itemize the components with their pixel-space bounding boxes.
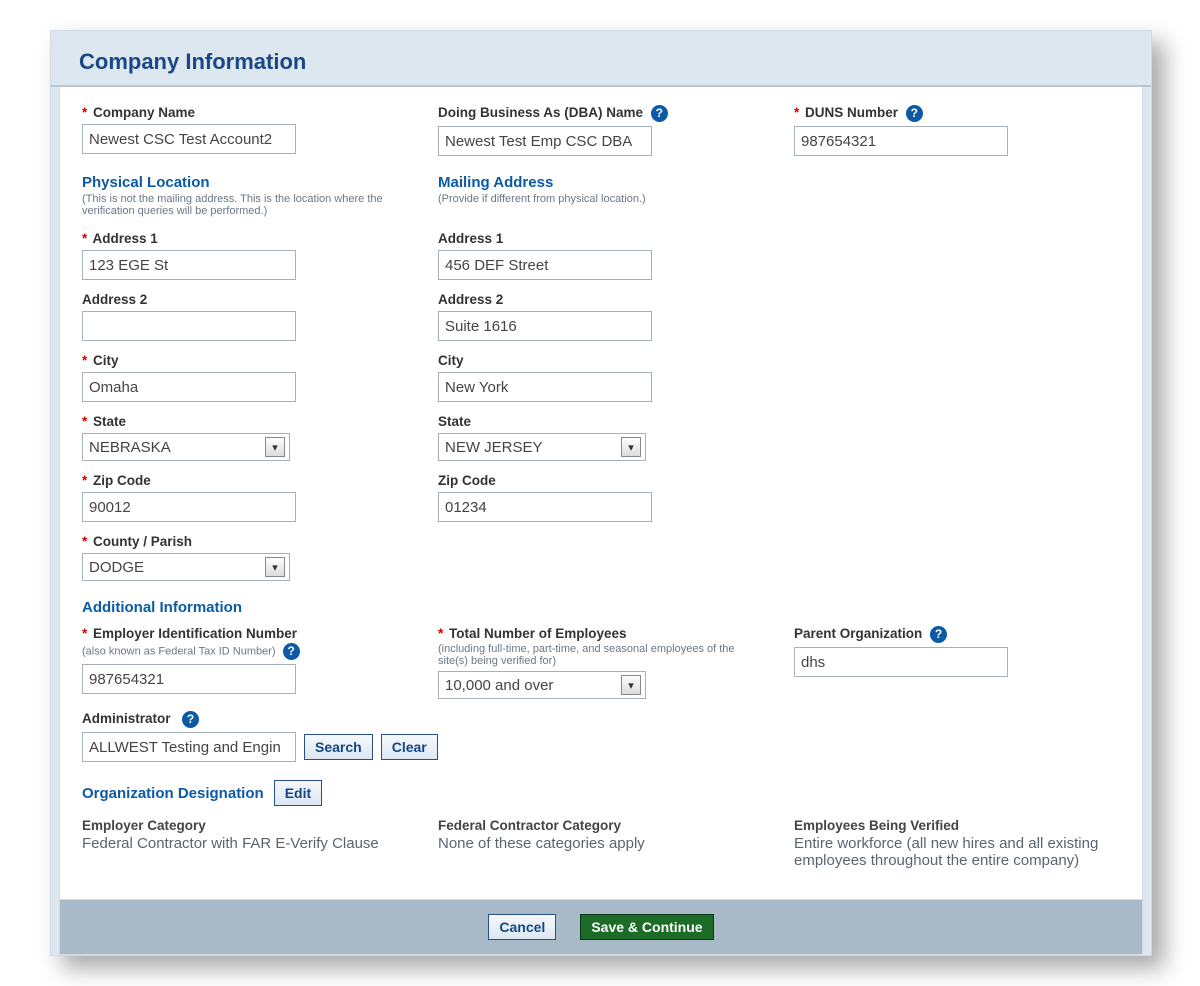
phys-county-label: * County / Parish bbox=[82, 534, 408, 549]
chevron-down-icon: ▾ bbox=[621, 675, 641, 695]
form-panel: * Company Name Doing Business As (DBA) N… bbox=[59, 87, 1143, 900]
mail-address1-label: Address 1 bbox=[438, 231, 764, 246]
ein-label: * Employer Identification Number (also k… bbox=[82, 626, 408, 660]
employees-being-verified-label: Employees Being Verified bbox=[794, 818, 1120, 833]
mailing-address-title: Mailing Address bbox=[438, 174, 764, 191]
phys-state-select[interactable]: NEBRASKA▾ bbox=[82, 433, 290, 461]
duns-number-label: * DUNS Number ? bbox=[794, 105, 1120, 122]
chevron-down-icon: ▾ bbox=[265, 437, 285, 457]
parent-org-label: Parent Organization ? bbox=[794, 626, 1120, 643]
company-name-label: * Company Name bbox=[82, 105, 408, 120]
mail-zip-label: Zip Code bbox=[438, 473, 764, 488]
org-designation-title: Organization Designation bbox=[82, 785, 264, 802]
phys-zip-input[interactable] bbox=[82, 492, 296, 522]
clear-button[interactable]: Clear bbox=[381, 734, 438, 760]
ein-input[interactable] bbox=[82, 664, 296, 694]
duns-number-input[interactable] bbox=[794, 126, 1008, 156]
help-icon[interactable]: ? bbox=[930, 626, 947, 643]
help-icon[interactable]: ? bbox=[651, 105, 668, 122]
mail-state-select[interactable]: NEW JERSEY▾ bbox=[438, 433, 646, 461]
federal-contractor-category-label: Federal Contractor Category bbox=[438, 818, 764, 833]
total-employees-select[interactable]: 10,000 and over▾ bbox=[438, 671, 646, 699]
cancel-button[interactable]: Cancel bbox=[488, 914, 556, 940]
physical-location-title: Physical Location bbox=[82, 174, 408, 191]
physical-location-subtitle: (This is not the mailing address. This i… bbox=[82, 193, 408, 217]
parent-org-input[interactable] bbox=[794, 647, 1008, 677]
administrator-label: Administrator ? bbox=[82, 711, 1120, 728]
mail-city-input[interactable] bbox=[438, 372, 652, 402]
dba-name-label: Doing Business As (DBA) Name ? bbox=[438, 105, 764, 122]
help-icon[interactable]: ? bbox=[906, 105, 923, 122]
company-name-input[interactable] bbox=[82, 124, 296, 154]
company-info-form: Company Information * Company Name Doing… bbox=[50, 30, 1152, 956]
mailing-address-subtitle: (Provide if different from physical loca… bbox=[438, 193, 764, 205]
total-employees-label: * Total Number of Employees (including f… bbox=[438, 626, 764, 667]
administrator-input[interactable] bbox=[82, 732, 296, 762]
phys-county-select[interactable]: DODGE▾ bbox=[82, 553, 290, 581]
page-title: Company Information bbox=[51, 31, 1151, 87]
mail-address1-input[interactable] bbox=[438, 250, 652, 280]
mail-city-label: City bbox=[438, 353, 764, 368]
phys-address2-input[interactable] bbox=[82, 311, 296, 341]
save-continue-button[interactable]: Save & Continue bbox=[580, 914, 713, 940]
phys-address2-label: Address 2 bbox=[82, 292, 408, 307]
edit-button[interactable]: Edit bbox=[274, 780, 322, 806]
chevron-down-icon: ▾ bbox=[265, 557, 285, 577]
footer-bar: Cancel Save & Continue bbox=[59, 900, 1143, 955]
phys-address1-label: * Address 1 bbox=[82, 231, 408, 246]
phys-address1-input[interactable] bbox=[82, 250, 296, 280]
employer-category-value: Federal Contractor with FAR E-Verify Cla… bbox=[82, 835, 408, 852]
search-button[interactable]: Search bbox=[304, 734, 373, 760]
dba-name-input[interactable] bbox=[438, 126, 652, 156]
phys-city-label: * City bbox=[82, 353, 408, 368]
mail-address2-input[interactable] bbox=[438, 311, 652, 341]
phys-state-label: * State bbox=[82, 414, 408, 429]
phys-city-input[interactable] bbox=[82, 372, 296, 402]
employees-being-verified-value: Entire workforce (all new hires and all … bbox=[794, 835, 1120, 869]
employer-category-label: Employer Category bbox=[82, 818, 408, 833]
chevron-down-icon: ▾ bbox=[621, 437, 641, 457]
mail-address2-label: Address 2 bbox=[438, 292, 764, 307]
help-icon[interactable]: ? bbox=[283, 643, 300, 660]
mail-zip-input[interactable] bbox=[438, 492, 652, 522]
mail-state-label: State bbox=[438, 414, 764, 429]
additional-info-title: Additional Information bbox=[82, 599, 1120, 616]
phys-zip-label: * Zip Code bbox=[82, 473, 408, 488]
federal-contractor-category-value: None of these categories apply bbox=[438, 835, 764, 852]
help-icon[interactable]: ? bbox=[182, 711, 199, 728]
